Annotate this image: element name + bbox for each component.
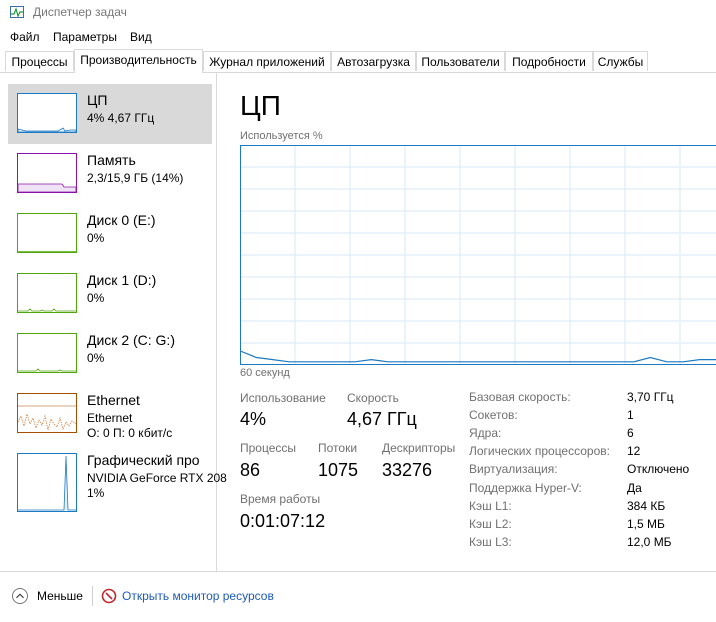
threads-value: 1075 [318, 460, 359, 480]
tab-details[interactable]: Подробности [505, 51, 593, 71]
uptime-label: Время работы [240, 492, 321, 506]
tab-startup[interactable]: Автозагрузка [331, 51, 416, 71]
detail-value: Да [627, 481, 642, 495]
cpu-thumbnail-graph [17, 93, 77, 133]
resource-detail: 2,3/15,9 ГБ (14%) [87, 171, 184, 185]
handles-label: Дескрипторы [382, 441, 456, 455]
disk-1-thumbnail-graph [17, 273, 77, 313]
detail-value: 384 КБ [627, 499, 666, 513]
resource-detail: 0% [87, 291, 105, 305]
resource-disk-2[interactable]: Диск 2 (C: G:) 0% [8, 324, 212, 384]
speed-value: 4,67 ГГц [347, 409, 417, 429]
resource-name: Память [87, 152, 136, 168]
resource-disk-0[interactable]: Диск 0 (E:) 0% [8, 204, 212, 264]
disk-0-thumbnail-graph [17, 213, 77, 253]
resource-name: ЦП [87, 92, 108, 108]
resource-monitor-icon [101, 588, 117, 604]
menu-view[interactable]: Вид [130, 30, 152, 44]
ethernet-thumbnail-graph [17, 393, 77, 433]
footer-separator [92, 586, 93, 606]
gpu-thumbnail-graph [17, 453, 77, 512]
graph-label: Используется % [240, 130, 323, 142]
detail-key: Кэш L2: [469, 517, 512, 531]
resource-detail-2: 1% [87, 486, 105, 500]
tab-performance[interactable]: Производительность [74, 49, 203, 73]
usage-label: Использование [240, 391, 326, 405]
resource-memory[interactable]: Память 2,3/15,9 ГБ (14%) [8, 144, 212, 204]
detail-key: Кэш L3: [469, 535, 512, 549]
menu-bar: Файл Параметры Вид [0, 27, 716, 47]
detail-value: 12,0 МБ [627, 535, 672, 549]
chevron-up-icon[interactable] [12, 588, 28, 604]
usage-line [240, 350, 716, 363]
detail-key: Сокетов: [469, 408, 518, 422]
threads-label: Потоки [318, 441, 358, 455]
detail-value: 1,5 МБ [627, 517, 665, 531]
page-title: ЦП [240, 90, 281, 121]
resource-ethernet[interactable]: Ethernet Ethernet О: 0 П: 0 кбит/с [8, 384, 212, 444]
resource-detail: Ethernet [87, 411, 133, 425]
detail-key: Кэш L1: [469, 499, 512, 513]
resource-detail-2: О: 0 П: 0 кбит/с [87, 426, 173, 440]
cpu-usage-graph [240, 145, 716, 365]
detail-value: 3,70 ГГц [627, 390, 674, 404]
tab-strip: Процессы Производительность Журнал прило… [0, 49, 716, 73]
resource-detail: 4% 4,67 ГГц [87, 111, 155, 125]
resource-detail: 0% [87, 231, 105, 245]
menu-file[interactable]: Файл [10, 30, 40, 44]
detail-value: 6 [627, 426, 634, 440]
tab-users[interactable]: Пользователи [416, 51, 505, 71]
footer-bar: Меньше Открыть монитор ресурсов [0, 571, 716, 622]
tab-processes[interactable]: Процессы [5, 51, 74, 71]
graph-time-label: 60 секунд [240, 367, 290, 379]
fewer-details-button[interactable]: Меньше [37, 589, 83, 603]
usage-value: 4% [240, 409, 267, 429]
detail-value: 1 [627, 408, 634, 422]
processes-label: Процессы [240, 441, 297, 455]
processes-value: 86 [240, 460, 261, 480]
resource-cpu[interactable]: ЦП 4% 4,67 ГГц [8, 84, 212, 144]
resource-name: Диск 1 (D:) [87, 272, 157, 288]
window-title: Диспетчер задач [33, 5, 127, 19]
resource-detail: 0% [87, 351, 105, 365]
uptime-value: 0:01:07:12 [240, 511, 326, 531]
task-manager-icon [10, 6, 24, 18]
detail-key: Логических процессоров: [469, 444, 610, 458]
graph-grid [240, 145, 716, 365]
resource-name: Диск 2 (C: G:) [87, 332, 175, 348]
detail-value: 12 [627, 444, 641, 458]
detail-key: Виртуализация: [469, 462, 558, 476]
detail-key: Поддержка Hyper-V: [469, 481, 582, 495]
resource-list: ЦП 4% 4,67 ГГц Память 2,3/15,9 ГБ (14%) … [0, 73, 227, 571]
detail-value: Отключено [627, 462, 690, 476]
resource-name: Ethernet [87, 392, 140, 408]
resource-gpu[interactable]: Графический про NVIDIA GeForce RTX 208 1… [8, 444, 227, 512]
disk-2-thumbnail-graph [17, 333, 77, 373]
handles-value: 33276 [382, 460, 433, 480]
title-bar: Диспетчер задач [0, 0, 716, 24]
detail-key: Ядра: [469, 426, 502, 440]
tab-app-history[interactable]: Журнал приложений [203, 51, 331, 71]
memory-thumbnail-graph [17, 153, 77, 193]
tab-services[interactable]: Службы [593, 51, 648, 71]
menu-options[interactable]: Параметры [53, 30, 117, 44]
cpu-detail-panel: ЦП Используется % 60 секунд Использовани… [217, 73, 716, 571]
resource-detail: NVIDIA GeForce RTX 208 [87, 471, 227, 485]
open-resource-monitor-link[interactable]: Открыть монитор ресурсов [122, 589, 274, 603]
resource-disk-1[interactable]: Диск 1 (D:) 0% [8, 264, 212, 324]
detail-key: Базовая скорость: [469, 390, 571, 404]
resource-name: Диск 0 (E:) [87, 212, 156, 228]
speed-label: Скорость [347, 391, 399, 405]
resource-name: Графический про [87, 452, 200, 468]
